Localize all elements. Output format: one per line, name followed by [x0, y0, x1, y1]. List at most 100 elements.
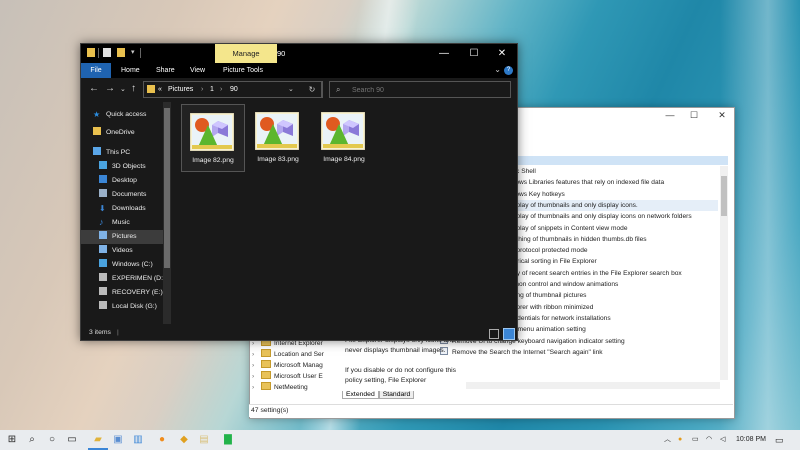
policy-row[interactable]: ndows Libraries features that rely on in…	[508, 177, 718, 188]
app-taskbar-icon[interactable]: ▣	[108, 430, 128, 450]
firefox-taskbar-icon[interactable]: ●	[152, 430, 172, 450]
nav-item-label: RECOVERY (E:)	[112, 289, 163, 296]
file-item[interactable]: Image 84.png	[313, 104, 375, 170]
policy-row[interactable]: mmon control and window animations	[508, 279, 718, 290]
path-1[interactable]: 1	[210, 82, 214, 97]
expand-ribbon-icon[interactable]: ⌄	[494, 65, 501, 74]
tree-item[interactable]: › Location and Ser	[252, 349, 332, 360]
tree-item[interactable]: › NetMeeting	[252, 382, 332, 393]
view-tabs: Extended Standard	[342, 391, 415, 402]
chevron-right-icon[interactable]: ›	[252, 371, 261, 382]
path-90[interactable]: 90	[230, 82, 238, 97]
tab-home[interactable]: Home	[121, 63, 140, 78]
start-windows-icon[interactable]: ⊞	[2, 430, 22, 450]
show-hidden-icons[interactable]: ︿	[664, 430, 671, 450]
tab-standard[interactable]: Standard	[378, 391, 415, 399]
policy-row[interactable]: display of snippets in Content view mode	[508, 223, 718, 234]
nav-item[interactable]: 3D Objects	[81, 160, 163, 174]
policy-row[interactable]: ell protocol protected mode	[508, 245, 718, 256]
nav-item[interactable]: EXPERIMEN (D:)	[81, 272, 165, 286]
nav-item[interactable]: Local Disk (G:)	[81, 300, 163, 314]
scrollbar-thumb[interactable]	[164, 108, 170, 268]
folder-icon	[147, 85, 155, 93]
file-explorer-taskbar-icon[interactable]: ▰	[88, 430, 108, 450]
search-icon[interactable]: ⌕	[22, 430, 42, 450]
policy-row[interactable]: display of thumbnails and only display i…	[508, 211, 718, 222]
scrollbar-thumb[interactable]	[721, 176, 727, 216]
tab-picture-tools[interactable]: Picture Tools	[223, 63, 263, 78]
file-item[interactable]: Image 83.png	[247, 104, 309, 170]
volume-icon[interactable]: ◁	[720, 430, 725, 450]
policy-row[interactable]: caching of thumbnails in hidden thumbs.d…	[508, 234, 718, 245]
policy-row[interactable]: ndows Key hotkeys	[508, 189, 718, 200]
policy-row[interactable]: xplorer with ribbon minimized	[508, 302, 718, 313]
help-icon[interactable]: ?	[504, 66, 513, 75]
nav-item[interactable]: RECOVERY (E:)	[81, 286, 163, 300]
tray-app-icon[interactable]: ●	[678, 430, 682, 450]
policy-row[interactable]: ching of thumbnail pictures	[508, 290, 718, 301]
file-item[interactable]: Image 82.png	[181, 104, 245, 172]
task-view-icon[interactable]: ▭	[62, 430, 82, 450]
clock[interactable]: 10:08 PM	[736, 430, 766, 450]
nav-item[interactable]: Desktop	[81, 174, 163, 188]
nav-scrollbar[interactable]	[163, 102, 171, 324]
maximize-button[interactable]: ☐	[459, 44, 489, 63]
maximize-button[interactable]: ☐	[680, 110, 708, 122]
nav-item[interactable]: ★ Quick access	[81, 108, 163, 122]
search-input[interactable]	[350, 84, 504, 96]
policy-scrollbar[interactable]	[720, 166, 728, 380]
address-bar[interactable]: « Pictures › 1 › 90 ⌄	[143, 81, 323, 98]
refresh-icon[interactable]: ↻	[303, 81, 322, 98]
policy-row[interactable]: play of recent search entries in the Fil…	[508, 268, 718, 279]
nav-item[interactable]: Windows (C:)	[81, 258, 163, 272]
battery-icon[interactable]: ▭	[692, 430, 699, 450]
chevron-right-icon[interactable]: ›	[252, 360, 261, 371]
manage-tab[interactable]: Manage	[215, 44, 277, 63]
properties-icon[interactable]	[103, 48, 111, 57]
chevron-right-icon[interactable]: ›	[252, 349, 261, 360]
tree-item[interactable]: › Microsoft Manag	[252, 360, 332, 371]
customize-qat-icon[interactable]: ▾	[131, 48, 135, 56]
horizontal-scrollbar[interactable]	[466, 382, 720, 389]
close-button[interactable]: ✕	[708, 110, 736, 122]
tree-item[interactable]: › Microsoft User E	[252, 371, 332, 382]
policy-row[interactable]: Remove the Search the Internet "Search a…	[440, 346, 684, 358]
tab-extended[interactable]: Extended	[342, 391, 379, 399]
policy-row[interactable]: display of thumbnails and only display i…	[508, 199, 718, 211]
forward-arrow-icon[interactable]: →	[105, 83, 115, 94]
address-dropdown-icon[interactable]: ⌄	[288, 82, 294, 97]
tab-file[interactable]: File	[81, 63, 111, 78]
notepad-taskbar-icon[interactable]: ▤	[194, 430, 214, 450]
large-icons-view-icon[interactable]	[503, 328, 515, 340]
nav-item[interactable]: Videos	[81, 244, 163, 258]
chevron-right-icon[interactable]: ›	[252, 382, 261, 393]
details-view-icon[interactable]	[489, 329, 499, 339]
app-taskbar-icon[interactable]: ◆	[174, 430, 194, 450]
line-taskbar-icon[interactable]: ▇	[218, 430, 238, 450]
wifi-icon[interactable]: ◠	[706, 430, 712, 450]
nav-item[interactable]: Pictures	[81, 230, 163, 244]
app-taskbar-icon[interactable]: ▥	[128, 430, 148, 450]
policy-row[interactable]: merical sorting in File Explorer	[508, 256, 718, 267]
tab-view[interactable]: View	[190, 63, 205, 78]
nav-item[interactable]: ♪ Music	[81, 216, 163, 230]
nav-item[interactable]: This PC	[81, 146, 163, 160]
settings-count: 47 setting(s)	[251, 407, 289, 414]
back-arrow-icon[interactable]: ←	[89, 83, 99, 94]
nav-item[interactable]: Documents	[81, 188, 163, 202]
nav-item[interactable]: ⬇ Downloads	[81, 202, 163, 216]
new-folder-icon[interactable]	[117, 48, 125, 57]
minimize-button[interactable]: —	[429, 44, 459, 63]
notifications-icon[interactable]: ▭	[775, 430, 784, 450]
policy-row[interactable]: ssic Shell	[508, 166, 718, 177]
recent-locations-icon[interactable]: ⌄	[120, 85, 126, 93]
nav-item[interactable]: OneDrive	[81, 126, 163, 140]
cortana-icon[interactable]: ○	[42, 430, 62, 450]
path-overflow[interactable]: «	[158, 82, 162, 97]
policy-row[interactable]: credentials for network installations	[508, 313, 718, 324]
search-box[interactable]: ⌕	[329, 81, 511, 98]
path-pictures[interactable]: Pictures	[168, 82, 193, 97]
tab-share[interactable]: Share	[156, 63, 175, 78]
close-button[interactable]: ✕	[487, 44, 517, 63]
up-arrow-icon[interactable]: ↑	[131, 83, 136, 94]
